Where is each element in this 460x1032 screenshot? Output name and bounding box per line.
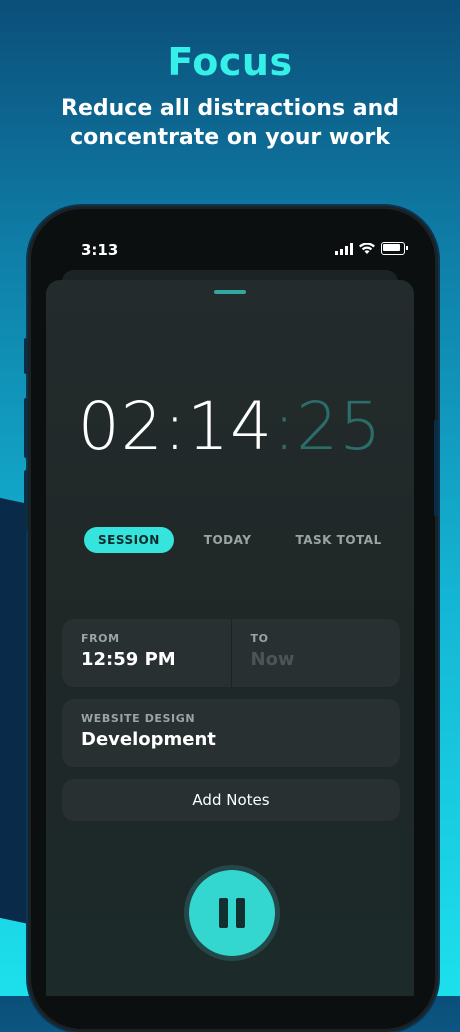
from-field[interactable]: FROM 12:59 PM	[62, 619, 231, 687]
tab-today[interactable]: TODAY	[190, 527, 266, 553]
to-value: Now	[250, 649, 295, 670]
phone-side-button	[24, 398, 28, 458]
task-name: Development	[81, 729, 216, 750]
phone-side-button	[24, 470, 28, 530]
from-label: FROM	[81, 632, 120, 645]
add-notes-button[interactable]: Add Notes	[62, 779, 400, 821]
timer-hours: 02	[77, 388, 164, 465]
status-bar: 3:13	[55, 238, 408, 262]
task-card[interactable]: WEBSITE DESIGN Development	[62, 699, 400, 767]
timer-display: 02:14:25	[77, 388, 383, 465]
pause-button[interactable]	[189, 870, 275, 956]
battery-icon	[381, 242, 408, 255]
wifi-icon	[359, 242, 375, 254]
signal-icon	[335, 242, 353, 255]
task-project: WEBSITE DESIGN	[81, 712, 196, 725]
time-range-card: FROM 12:59 PM TO Now	[62, 619, 400, 687]
from-value: 12:59 PM	[81, 649, 176, 670]
tab-task-total[interactable]: TASK TOTAL	[281, 527, 395, 553]
timer-seconds: 25	[296, 388, 383, 465]
to-field[interactable]: TO Now	[230, 619, 401, 687]
sheet-grabber[interactable]	[214, 290, 246, 294]
pause-button-ring	[184, 865, 280, 961]
to-label: TO	[250, 632, 269, 645]
pause-icon	[219, 898, 228, 928]
phone-side-button	[24, 338, 28, 374]
pause-icon	[236, 898, 245, 928]
headline: Focus	[167, 40, 293, 84]
subheadline: Reduce all distractions and concentrate …	[61, 96, 399, 150]
timer-scope-tabs: SESSION TODAY TASK TOTAL	[84, 527, 412, 553]
tab-session[interactable]: SESSION	[84, 527, 174, 553]
phone-power-button	[434, 420, 438, 516]
status-time: 3:13	[81, 241, 119, 259]
timer-minutes: 14	[187, 388, 273, 465]
focus-sheet: 02:14:25 SESSION TODAY TASK TOTAL FROM 1…	[46, 280, 414, 996]
add-notes-label: Add Notes	[192, 791, 270, 809]
marketing-header: Focus Reduce all distractions and concen…	[0, 40, 460, 152]
